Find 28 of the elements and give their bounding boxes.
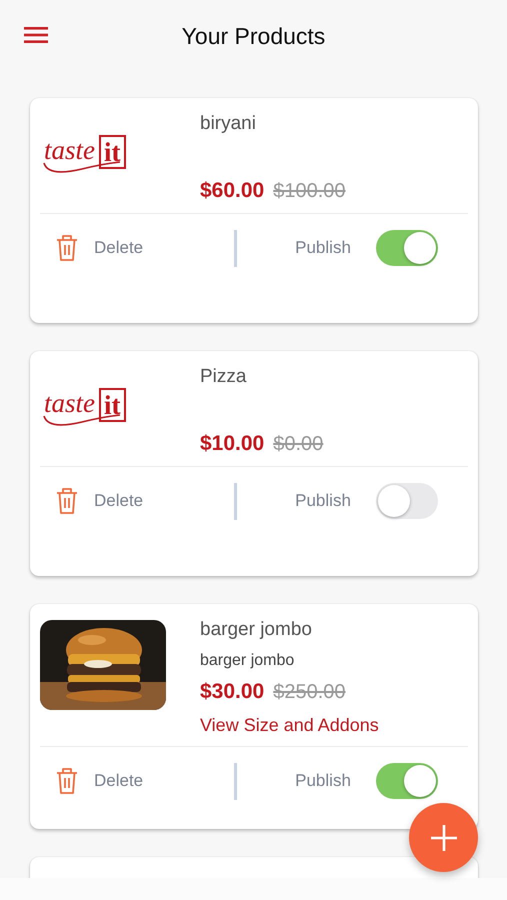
original-price: $100.00: [273, 180, 346, 203]
original-price: $250.00: [273, 681, 346, 704]
publish-label: Publish: [295, 491, 351, 511]
price: $10.00: [200, 432, 264, 456]
plus-icon: [428, 822, 458, 852]
delete-button[interactable]: Delete: [56, 767, 144, 795]
publish-label: Publish: [295, 771, 351, 791]
publish-toggle[interactable]: [376, 483, 438, 519]
logo: taste it: [44, 135, 126, 175]
publish-toggle[interactable]: [376, 230, 438, 266]
product-name: biryani: [200, 112, 257, 136]
page-title: Your Products: [182, 22, 326, 50]
trash-icon: [56, 767, 78, 795]
original-price: $0.00: [273, 433, 324, 456]
trash-icon: [56, 487, 78, 515]
publish-label: Publish: [295, 238, 351, 258]
delete-button[interactable]: Delete: [56, 234, 144, 262]
delete-button[interactable]: Delete: [56, 487, 144, 515]
product-description: barger jombo: [200, 651, 296, 671]
view-addons-link[interactable]: View Size and Addons: [200, 714, 379, 736]
product-name: barger jombo: [200, 618, 313, 642]
logo: taste it: [44, 388, 126, 428]
product-name: Pizza: [200, 365, 248, 389]
price: $60.00: [200, 179, 264, 203]
trash-icon: [56, 234, 78, 262]
menu-icon[interactable]: [24, 26, 48, 44]
publish-toggle[interactable]: [376, 763, 438, 799]
price: $30.00: [200, 680, 264, 704]
